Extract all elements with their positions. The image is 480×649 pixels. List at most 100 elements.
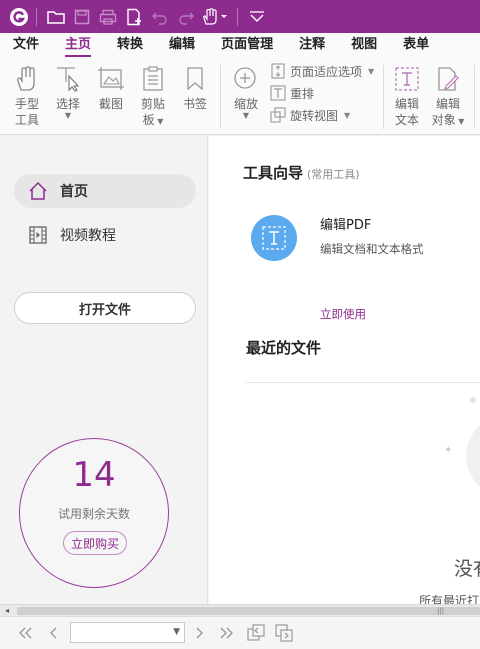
left-panel: 首页 视频教程 打开文件 14 试用剩余天数 立即购买 — [0, 136, 208, 606]
reflow-label: 重排 — [290, 86, 315, 101]
sidebar-item-video-tutorial[interactable]: 视频教程 — [14, 218, 196, 252]
clipboard-icon — [139, 65, 167, 93]
last-page-icon[interactable] — [216, 623, 238, 643]
screenshot-label: 截图 — [98, 97, 123, 111]
rotate-view-button[interactable]: 旋转视图 ▼ — [270, 105, 350, 125]
toolbar-separator — [36, 7, 37, 26]
print-icon[interactable] — [95, 5, 121, 29]
edit-object-icon — [434, 65, 462, 93]
use-now-link[interactable]: 立即使用 — [320, 306, 366, 322]
trial-days-badge: 14 试用剩余天数 立即购买 — [19, 438, 169, 588]
chevron-down-icon: ▼ — [344, 110, 351, 120]
zoom-button[interactable]: 缩放 ▼ — [228, 65, 264, 120]
undo-icon[interactable] — [147, 5, 173, 29]
menu-home[interactable]: 主页 — [52, 33, 104, 59]
next-view-icon[interactable] — [273, 623, 295, 643]
ribbon-separator — [220, 65, 221, 129]
trial-days-count: 14 — [72, 455, 116, 495]
reflow-button[interactable]: 重排 — [270, 83, 314, 103]
next-page-icon[interactable] — [188, 623, 210, 643]
reflow-icon — [270, 85, 286, 101]
edit-text-label: 编辑 — [394, 97, 419, 111]
horizontal-scrollbar[interactable]: ◂ ||| — [0, 604, 480, 616]
page-fit-label: 页面适应选项 — [290, 64, 363, 79]
menu-view[interactable]: 视图 — [338, 33, 390, 59]
menu-form[interactable]: 表单 — [390, 33, 442, 59]
page-number-input[interactable]: ▼ — [70, 622, 185, 643]
previous-page-icon[interactable] — [43, 623, 65, 643]
video-icon — [28, 225, 48, 245]
edit-text-icon — [262, 226, 286, 250]
edit-object-label-2: 对象 ▼ — [431, 113, 465, 127]
select-cursor-icon — [54, 65, 82, 93]
hand-tool-icon[interactable] — [199, 5, 231, 29]
select-button[interactable]: 选择 ▼ — [50, 65, 86, 120]
edit-pdf-tool-description: 编辑文档和文本格式 — [320, 242, 424, 256]
page-fit-options-button[interactable]: 页面适应选项 ▼ — [270, 61, 374, 81]
clipboard-label-2: 板 ▼ — [142, 113, 164, 127]
divider — [245, 382, 480, 383]
bookmark-icon — [181, 65, 209, 93]
main-content: 工具向导 (常用工具) 编辑PDF 编辑文档和文本格式 立即使用 最近的文件 ✦ … — [209, 136, 480, 606]
zoom-label: 缩放 — [233, 97, 258, 111]
sidebar-item-label: 视频教程 — [60, 228, 116, 244]
edit-text-label-2: 文本 — [394, 113, 419, 127]
scrollbar-grip-icon: ||| — [437, 607, 445, 615]
hand-icon — [13, 65, 41, 93]
edit-object-label: 编辑 — [435, 97, 460, 111]
previous-view-icon[interactable] — [245, 623, 267, 643]
screenshot-icon — [97, 65, 125, 93]
save-icon[interactable] — [69, 5, 95, 29]
page-navigation-bar: ▼ — [0, 616, 480, 649]
scroll-left-arrow-icon[interactable]: ◂ — [2, 606, 12, 616]
menu-convert[interactable]: 转换 — [104, 33, 156, 59]
rotate-view-icon — [270, 107, 286, 123]
select-label: 选择 — [55, 97, 80, 111]
empty-state-title: 没有 — [454, 558, 480, 580]
menu-bar: 文件 主页 转换 编辑 页面管理 注释 视图 表单 — [0, 33, 480, 59]
ribbon-separator — [383, 65, 384, 129]
chevron-down-icon: ▼ — [368, 66, 375, 76]
clipboard-button[interactable]: 剪贴 板 ▼ — [135, 65, 171, 130]
bookmark-button[interactable]: 书签 — [177, 65, 213, 112]
customize-toolbar-icon[interactable] — [244, 5, 270, 29]
edit-text-button[interactable]: 编辑 文本 — [389, 65, 425, 128]
tool-guide-heading: 工具向导 — [243, 164, 304, 182]
toolbar-separator — [237, 7, 238, 26]
bookmark-label: 书签 — [182, 97, 207, 111]
menu-comment[interactable]: 注释 — [286, 33, 338, 59]
chevron-down-icon[interactable]: ▼ — [173, 627, 180, 637]
rotate-view-label: 旋转视图 — [290, 108, 339, 123]
trial-days-caption: 试用剩余天数 — [57, 507, 130, 521]
tool-guide-subtitle: (常用工具) — [307, 168, 360, 181]
app-logo-icon[interactable] — [8, 6, 30, 28]
redo-icon[interactable] — [173, 5, 199, 29]
home-icon — [28, 181, 48, 201]
chevron-down-icon: ▼ — [64, 111, 72, 120]
open-folder-icon[interactable] — [43, 5, 69, 29]
tool-guide-title: 工具向导 (常用工具) — [243, 162, 360, 183]
open-file-button[interactable]: 打开文件 — [14, 292, 196, 324]
clipboard-label: 剪贴 — [140, 97, 165, 111]
ribbon-separator — [474, 65, 475, 129]
sparkle-icon: ✦ — [444, 445, 453, 456]
screenshot-button[interactable]: 截图 — [93, 65, 129, 112]
buy-now-button[interactable]: 立即购买 — [63, 531, 127, 555]
zoom-icon — [232, 65, 260, 93]
edit-text-icon — [393, 65, 421, 93]
new-file-icon[interactable] — [121, 5, 147, 29]
sidebar-item-home[interactable]: 首页 — [14, 174, 196, 208]
edit-pdf-tool-card[interactable] — [251, 215, 297, 261]
menu-file[interactable]: 文件 — [0, 33, 52, 59]
edit-object-button[interactable]: 编辑 对象 ▼ — [430, 65, 466, 130]
page-fit-icon — [270, 63, 286, 79]
menu-edit[interactable]: 编辑 — [156, 33, 208, 59]
menu-page-management[interactable]: 页面管理 — [208, 33, 286, 59]
hand-tool-label: 手型 — [14, 97, 39, 111]
hand-tool-button[interactable]: 手型 工具 — [9, 65, 45, 128]
empty-state-illustration — [466, 416, 480, 496]
edit-pdf-tool-name[interactable]: 编辑PDF — [320, 214, 371, 233]
scrollbar-thumb[interactable]: ||| — [17, 607, 480, 615]
title-bar — [0, 0, 480, 33]
first-page-icon[interactable] — [14, 623, 36, 643]
